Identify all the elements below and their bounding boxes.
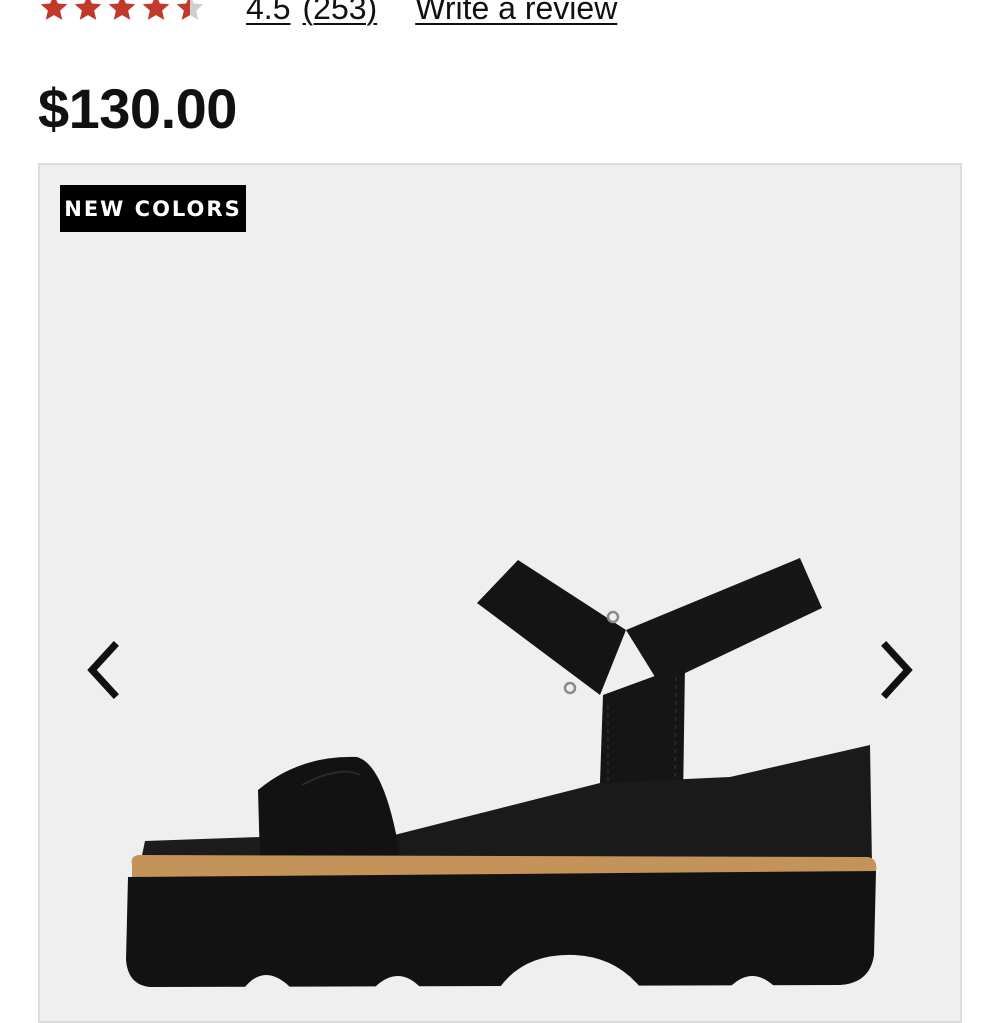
star-icon	[108, 0, 136, 20]
rating-row: 4.5 (253) Write a review	[38, 0, 617, 30]
product-price: $130.00	[38, 77, 237, 140]
write-review-link[interactable]: Write a review	[415, 0, 617, 27]
star-rating	[38, 0, 206, 24]
previous-image-button[interactable]	[72, 635, 132, 705]
rating-value-link[interactable]: 4.5	[246, 0, 290, 27]
star-icon	[142, 0, 170, 20]
new-colors-badge: NEW COLORS	[60, 185, 246, 232]
star-icon	[74, 0, 102, 20]
product-image-gallery[interactable]: NEW COLORS	[38, 163, 962, 1023]
star-half-icon	[176, 0, 204, 20]
chevron-right-icon	[881, 641, 913, 699]
chevron-left-icon	[87, 641, 119, 699]
next-image-button[interactable]	[868, 635, 928, 705]
product-image	[126, 558, 877, 987]
review-count-link[interactable]: (253)	[302, 0, 377, 27]
star-icon	[40, 0, 68, 20]
